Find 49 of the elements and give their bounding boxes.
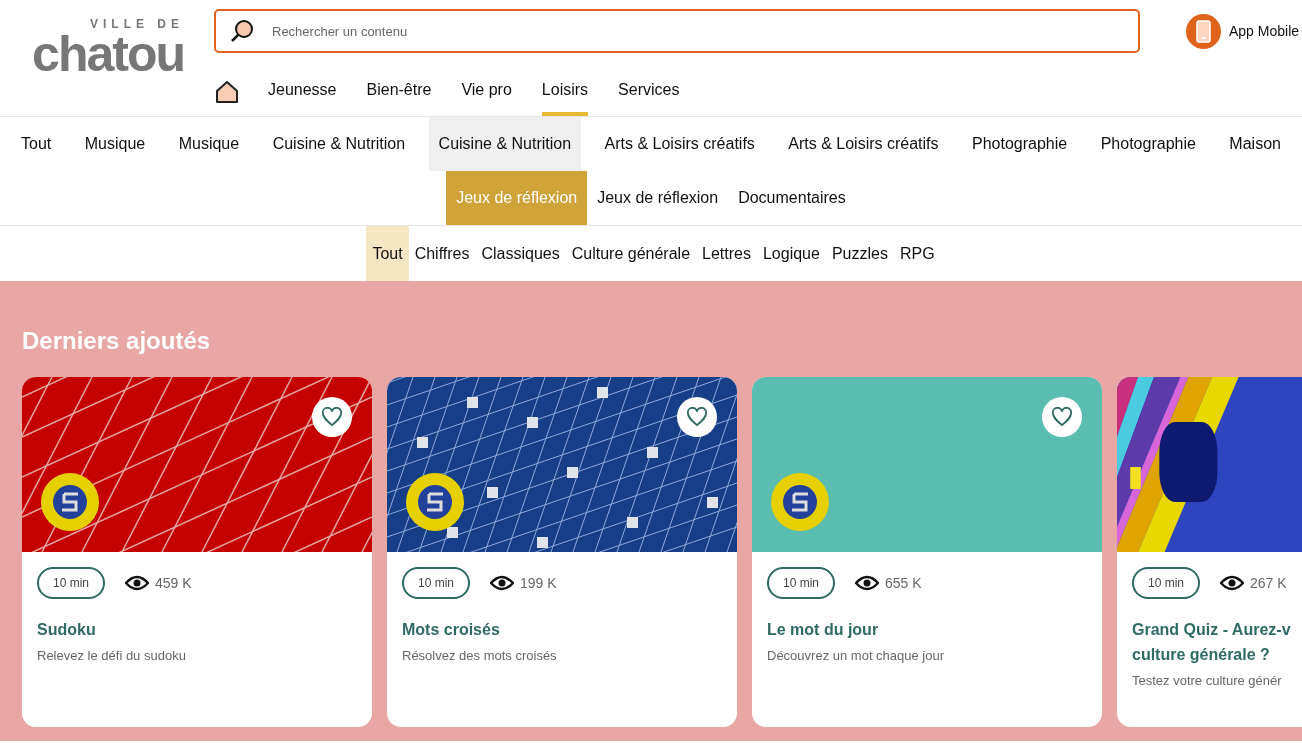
subcategory-tab[interactable]: Culture générale: [565, 226, 697, 281]
category-tab[interactable]: Maison: [1219, 117, 1291, 171]
game-description: Résolvez des mots croisés: [402, 647, 558, 665]
view-count: 655 K: [885, 573, 922, 593]
category-tab[interactable]: Photographie: [962, 117, 1078, 171]
category-tab[interactable]: Cuisine & Nutrition: [262, 117, 416, 171]
category-tab[interactable]: Documentaires: [728, 171, 856, 225]
category-tab[interactable]: Musique: [168, 117, 250, 171]
category-tab[interactable]: Tout: [11, 117, 62, 171]
game-description: Relevez le défi du sudoku: [37, 647, 187, 665]
subcategory-tab[interactable]: Logique: [756, 226, 826, 281]
category-tab[interactable]: Arts & Loisirs créatifs: [594, 117, 765, 171]
category-tab[interactable]: Arts & Loisirs créatifs: [778, 117, 949, 171]
view-count: 267 K: [1250, 573, 1287, 593]
nav-tab[interactable]: Jeunesse: [268, 67, 337, 116]
category-tab[interactable]: Photographie: [1090, 117, 1206, 171]
game-card[interactable]: 10 min 655 K Le mot du jour Découvrez un mot chaque jour: [752, 377, 1102, 727]
game-title: Sudoku: [37, 620, 97, 640]
logo[interactable]: VILLE DE chatou: [0, 0, 190, 116]
category-tab[interactable]: Cuisine & Nutrition: [428, 117, 582, 171]
game-card[interactable]: 10 min 459 K Sudoku Relevez le défi du sudoku: [22, 377, 372, 727]
duration-tag: 10 min: [37, 567, 106, 599]
game-description: Découvrez un mot chaque jour: [767, 647, 946, 665]
duration-tag: 10 min: [1132, 567, 1201, 599]
duration-tag: 10 min: [402, 567, 471, 599]
category-tab[interactable]: Musique: [74, 117, 156, 171]
app-mobile-link[interactable]: App Mobile: [1186, 13, 1300, 49]
subcategory-tab[interactable]: Classiques: [475, 226, 566, 281]
duration-tag: 10 min: [767, 567, 836, 599]
nav-tab[interactable]: Vie pro: [461, 67, 512, 116]
game-card[interactable]: 10 min 199 K Mots croisés Résolvez des mots croisés: [387, 377, 737, 727]
section-title: Derniers ajoutés: [22, 326, 212, 356]
search-field[interactable]: Rechercher un contenu: [214, 9, 1140, 53]
game-description: Testez votre culture génér: [1132, 672, 1283, 690]
game-card[interactable]: 10 min 267 K Grand Quiz - Aurez-v culture générale ? Testez votre culture génér: [1117, 377, 1302, 727]
game-title: Mots croisés: [402, 620, 501, 640]
logo-tagline: VILLE DE: [90, 18, 184, 30]
subcategory-tab[interactable]: Lettres: [696, 226, 757, 281]
category-tab[interactable]: Jeux de réflexion: [587, 171, 729, 225]
subcategory-tab[interactable]: Chiffres: [408, 226, 476, 281]
subcategory-tab[interactable]: Puzzles: [825, 226, 894, 281]
nav-tab[interactable]: Bien-être: [366, 67, 432, 116]
subcategory-tab[interactable]: Tout: [366, 226, 409, 281]
subcategory-tab[interactable]: RPG: [893, 226, 941, 281]
logo-wordmark: chatou: [32, 30, 184, 78]
view-count: 459 K: [155, 573, 192, 593]
view-count: 199 K: [520, 573, 557, 593]
nav-tab[interactable]: Services: [618, 67, 680, 116]
game-title: Le mot du jour: [767, 620, 880, 640]
